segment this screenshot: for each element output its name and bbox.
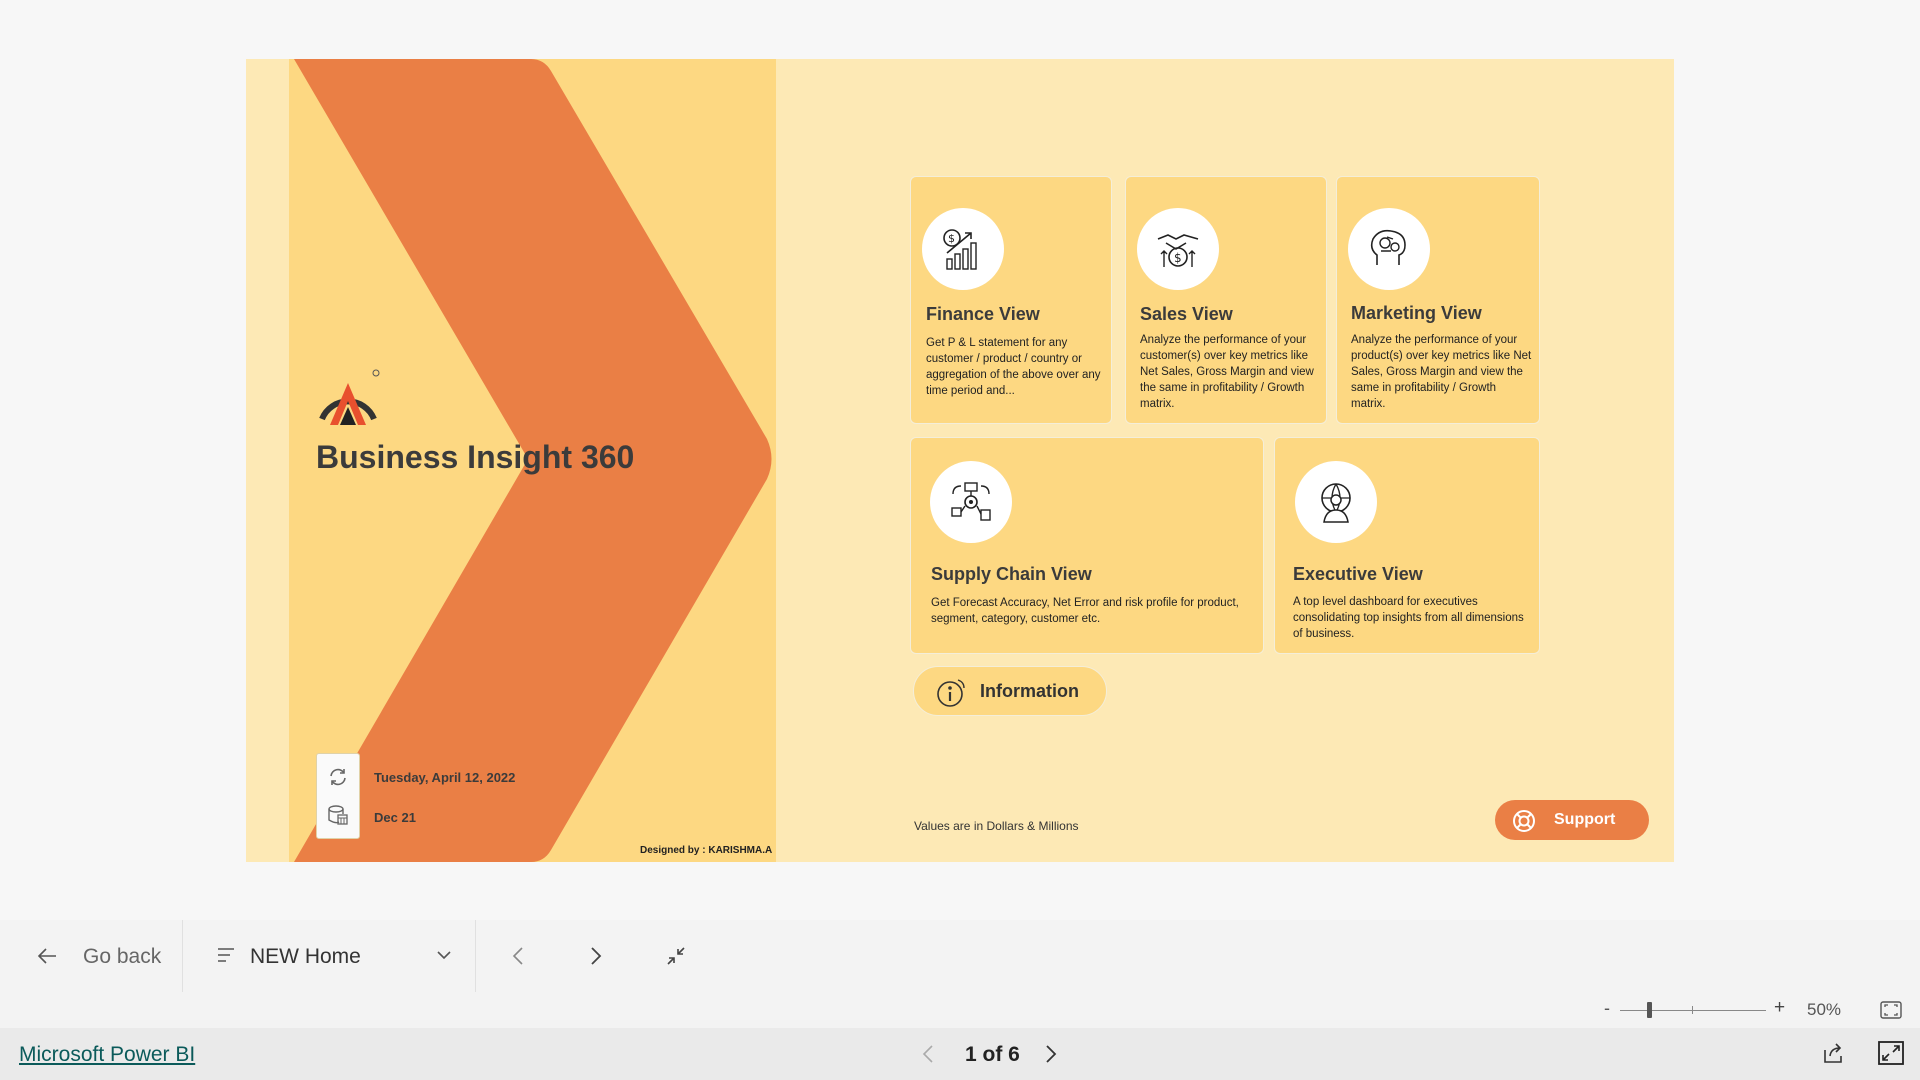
report-canvas: Business Insight 360 Tuesday, April 12, … [246,59,1674,862]
handshake-dollar-icon: $ [1157,234,1199,267]
refresh-icon [330,768,346,786]
support-lifebuoy-icon [1513,810,1535,832]
finance-view-card[interactable]: $ Finance View Get P & L statement for a… [910,176,1112,424]
zoom-level: 50% [1807,1000,1842,1019]
card-title: Finance View [926,304,1040,324]
marketing-brain-icon [1370,229,1406,265]
units-note: Values are in Dollars & Millions [914,819,1079,833]
zoom-in-button[interactable]: + [1774,997,1785,1019]
executive-globe-icon [1321,483,1351,523]
data-through-date: Dec 21 [374,810,416,825]
card-title: Marketing View [1351,303,1482,323]
go-back-label: Go back [83,945,162,968]
company-logo-icon [319,369,380,425]
page-select-dropdown[interactable]: NEW Home [183,920,475,992]
arrow-left-icon [37,948,56,964]
svg-text:$: $ [1174,251,1182,265]
information-label: Information [980,681,1079,701]
next-page-icon[interactable] [590,946,602,966]
card-description: Analyze the performance of your product(… [1351,334,1532,410]
microsoft-power-bi-link[interactable]: Microsoft Power BI [19,1043,195,1067]
page-list-icon [218,948,234,962]
card-title: Supply Chain View [931,564,1092,584]
exit-full-screen-icon[interactable] [666,946,686,966]
report-navbar: Go back NEW Home [0,920,1920,993]
report-title: Business Insight 360 [316,439,635,475]
card-description: Analyze the performance of your customer… [1140,334,1314,410]
sales-view-card[interactable]: $ Sales View Analyze the performance of … [1125,176,1327,424]
fit-to-page-icon[interactable] [1880,1001,1902,1019]
supply-chain-icon [951,482,991,521]
card-description: Get Forecast Accuracy, Net Error and ris… [931,597,1239,625]
support-button[interactable]: Support [1495,800,1649,840]
executive-view-card[interactable]: Executive View A top level dashboard for… [1274,437,1540,654]
card-title: Executive View [1293,564,1423,584]
full-screen-icon[interactable] [1878,1041,1904,1065]
footer-bar: Microsoft Power BI 1 of 6 [0,1028,1920,1080]
marketing-view-card[interactable]: Marketing View Analyze the performance o… [1336,176,1540,424]
card-description: Get P & L statement for any customer / p… [926,337,1101,397]
zoom-out-button[interactable]: - [1604,998,1610,1019]
zoom-slider-midpoint [1692,1006,1693,1014]
support-label: Support [1554,811,1616,828]
refresh-info-box [316,753,360,839]
database-calendar-icon [328,805,348,825]
go-back-button[interactable]: Go back [0,920,182,992]
footer-previous-page-icon[interactable] [922,1044,934,1064]
designer-credit: Designed by : KARISHMA.A [640,845,773,856]
zoom-slider-track[interactable] [1620,1010,1766,1011]
footer-next-page-icon[interactable] [1045,1044,1057,1064]
finance-chart-icon: $ [943,229,977,270]
card-title: Sales View [1140,304,1233,324]
chevron-down-icon [437,951,451,960]
information-button[interactable]: Information [913,666,1107,716]
last-refresh-date: Tuesday, April 12, 2022 [374,770,516,785]
share-icon[interactable] [1822,1042,1844,1064]
card-description: A top level dashboard for executives con… [1293,596,1524,640]
zoom-bar: - + 50% [0,992,1920,1029]
zoom-slider-thumb[interactable] [1647,1002,1653,1018]
info-icon [937,679,965,707]
previous-page-icon[interactable] [512,946,524,966]
page-indicator: 1 of 6 [965,1043,1020,1066]
svg-text:$: $ [948,232,955,245]
page-select-value: NEW Home [250,945,361,968]
supply-chain-view-card[interactable]: Supply Chain View Get Forecast Accuracy,… [910,437,1264,654]
